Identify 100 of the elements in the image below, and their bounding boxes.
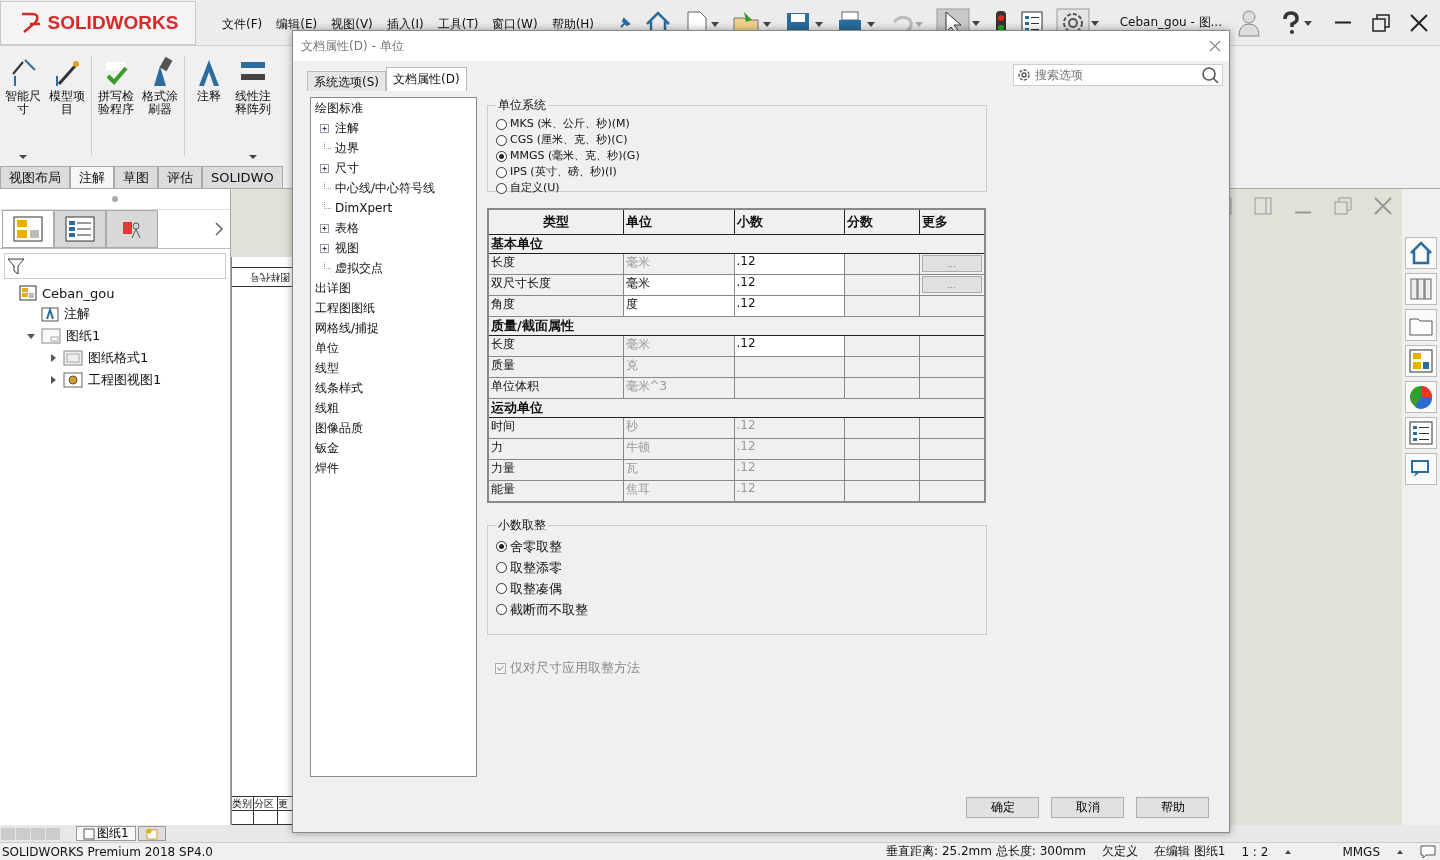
forum-chat-icon[interactable]: [1405, 453, 1437, 485]
options-tree-item[interactable]: 虚拟交点: [335, 260, 383, 276]
radio-option[interactable]: 截断而不取整: [496, 599, 978, 620]
ribbon-command[interactable]: 线性注释阵列: [232, 56, 274, 116]
close-icon: [1209, 40, 1221, 52]
minimize-icon: [1334, 21, 1352, 24]
radio-button[interactable]: [496, 150, 507, 162]
table-cell: 长度: [488, 253, 623, 275]
command-tab[interactable]: 注解: [70, 166, 114, 188]
ribbon-command[interactable]: 模型项目: [46, 56, 88, 116]
dialog-tab[interactable]: 系统选项(S): [307, 71, 386, 91]
radio-option[interactable]: MMGS (毫米、克、秒)(G): [496, 148, 978, 164]
options-tree-item[interactable]: 图像品质: [315, 420, 363, 436]
radio-option[interactable]: 舍零取整: [496, 536, 978, 557]
radio-button[interactable]: [496, 118, 507, 130]
options-tree-item[interactable]: 焊件: [315, 460, 339, 476]
radio-option[interactable]: 取整凑偶: [496, 578, 978, 599]
options-tree-item[interactable]: 视图: [335, 240, 359, 256]
home-icon[interactable]: [1405, 237, 1437, 269]
command-tab[interactable]: 评估: [158, 166, 202, 188]
sheet-icon: [83, 827, 95, 840]
dialog-button[interactable]: 帮助: [1136, 797, 1209, 818]
layout-icon[interactable]: [1405, 345, 1437, 377]
command-tab[interactable]: 草图: [114, 166, 158, 188]
radio-button[interactable]: [496, 541, 507, 552]
dialog-button[interactable]: 取消: [1051, 797, 1124, 818]
radio-button[interactable]: [496, 182, 507, 194]
radio-option[interactable]: 取整添零: [496, 557, 978, 578]
more-button[interactable]: ...: [921, 276, 982, 293]
panel-tab[interactable]: [2, 210, 54, 248]
ribbon-command[interactable]: 拼写检验程序: [95, 56, 137, 116]
options-tree-item[interactable]: 工程图图纸: [315, 300, 375, 316]
options-tree-item[interactable]: 线粗: [315, 400, 339, 416]
column-header: 类型: [488, 209, 623, 235]
options-tree-item[interactable]: 中心线/中心符号线: [335, 180, 436, 196]
menu-item[interactable]: 工具(T): [437, 16, 479, 33]
radio-button[interactable]: [496, 604, 507, 615]
ribbon-command[interactable]: 智能尺寸: [2, 56, 44, 116]
ribbon-command[interactable]: 注释: [188, 56, 230, 103]
add-sheet-button[interactable]: [137, 826, 166, 841]
options-tree-item[interactable]: 尺寸: [335, 160, 359, 176]
tree-item[interactable]: 图纸格式1: [88, 349, 149, 367]
radio-button[interactable]: [496, 583, 507, 594]
options-tree-item[interactable]: 表格: [335, 220, 359, 236]
feature-tree-icon: [13, 216, 43, 242]
filter-field[interactable]: [4, 253, 226, 279]
radio-button[interactable]: [496, 134, 507, 146]
options-tree-item[interactable]: 单位: [315, 340, 339, 356]
dialog-tab[interactable]: 文档属性(D): [386, 67, 467, 91]
tree-item[interactable]: Ceban_gou: [42, 285, 115, 301]
drawing-document-icon: [19, 285, 37, 301]
chat-icon: [1420, 844, 1436, 859]
tile-right-icon: [1254, 197, 1272, 215]
options-tree-item[interactable]: 绘图标准: [315, 100, 363, 116]
tree-item[interactable]: 工程图视图1: [88, 371, 162, 389]
filter-icon: [7, 257, 25, 275]
options-tree-item[interactable]: 线条样式: [315, 380, 363, 396]
settings-icon: [1017, 68, 1031, 82]
tree-item[interactable]: 图纸1: [66, 327, 101, 345]
sheet-icon: [41, 328, 61, 344]
sheet-navigation-icon: [0, 826, 62, 841]
table-cell: 力量: [488, 459, 623, 481]
options-tree-item[interactable]: 网格线/捕捉: [315, 320, 380, 336]
options-tree-item[interactable]: 边界: [335, 140, 359, 156]
menu-item[interactable]: 视图(V): [331, 16, 373, 33]
menu-item[interactable]: 窗口(W): [492, 16, 538, 33]
options-tree-item[interactable]: DimXpert: [335, 200, 393, 216]
options-tree-item[interactable]: 线型: [315, 360, 339, 376]
menu-item[interactable]: 插入(I): [386, 16, 424, 33]
radio-option[interactable]: 自定义(U): [496, 180, 978, 196]
ribbon-command[interactable]: 格式涂刷器: [139, 56, 181, 116]
radio-option[interactable]: MKS (米、公斤、秒)(M): [496, 116, 978, 132]
sheet-tab[interactable]: 图纸1: [76, 826, 136, 841]
dialog-button[interactable]: 确定: [966, 797, 1039, 818]
options-tree-item[interactable]: 注解: [335, 120, 359, 136]
library-icon[interactable]: [1405, 273, 1437, 305]
unit-system-status[interactable]: MMGS: [1342, 844, 1380, 859]
splitter-handle[interactable]: [112, 196, 118, 202]
table-cell: 力: [488, 438, 623, 460]
tree-item[interactable]: 注解: [64, 305, 90, 323]
panel-tab[interactable]: [54, 210, 106, 248]
options-tree-item[interactable]: 出详图: [315, 280, 351, 296]
menu-item[interactable]: 编辑(E): [276, 16, 318, 33]
radio-option[interactable]: CGS (厘米、克、秒)(C): [496, 132, 978, 148]
panel-tab[interactable]: [106, 210, 158, 248]
radio-button[interactable]: [496, 166, 507, 178]
command-tab[interactable]: SOLIDWO: [202, 166, 283, 188]
command-tab[interactable]: 视图布局: [0, 166, 70, 188]
menu-item[interactable]: 文件(F): [222, 16, 263, 33]
search-field[interactable]: 搜索选项: [1013, 64, 1223, 86]
sheet-scale[interactable]: 1 : 2: [1241, 844, 1269, 859]
restore-icon: [1334, 197, 1352, 215]
table-cell: 角度: [488, 295, 623, 317]
menu-item[interactable]: 帮助(H): [551, 16, 595, 33]
radio-button[interactable]: [496, 562, 507, 573]
properties-list-icon[interactable]: [1405, 417, 1437, 449]
options-tree-item[interactable]: 钣金: [315, 440, 339, 456]
more-button[interactable]: ...: [921, 255, 982, 272]
radio-option[interactable]: IPS (英寸、磅、秒)(I): [496, 164, 978, 180]
table-cell: 能量: [488, 480, 623, 502]
